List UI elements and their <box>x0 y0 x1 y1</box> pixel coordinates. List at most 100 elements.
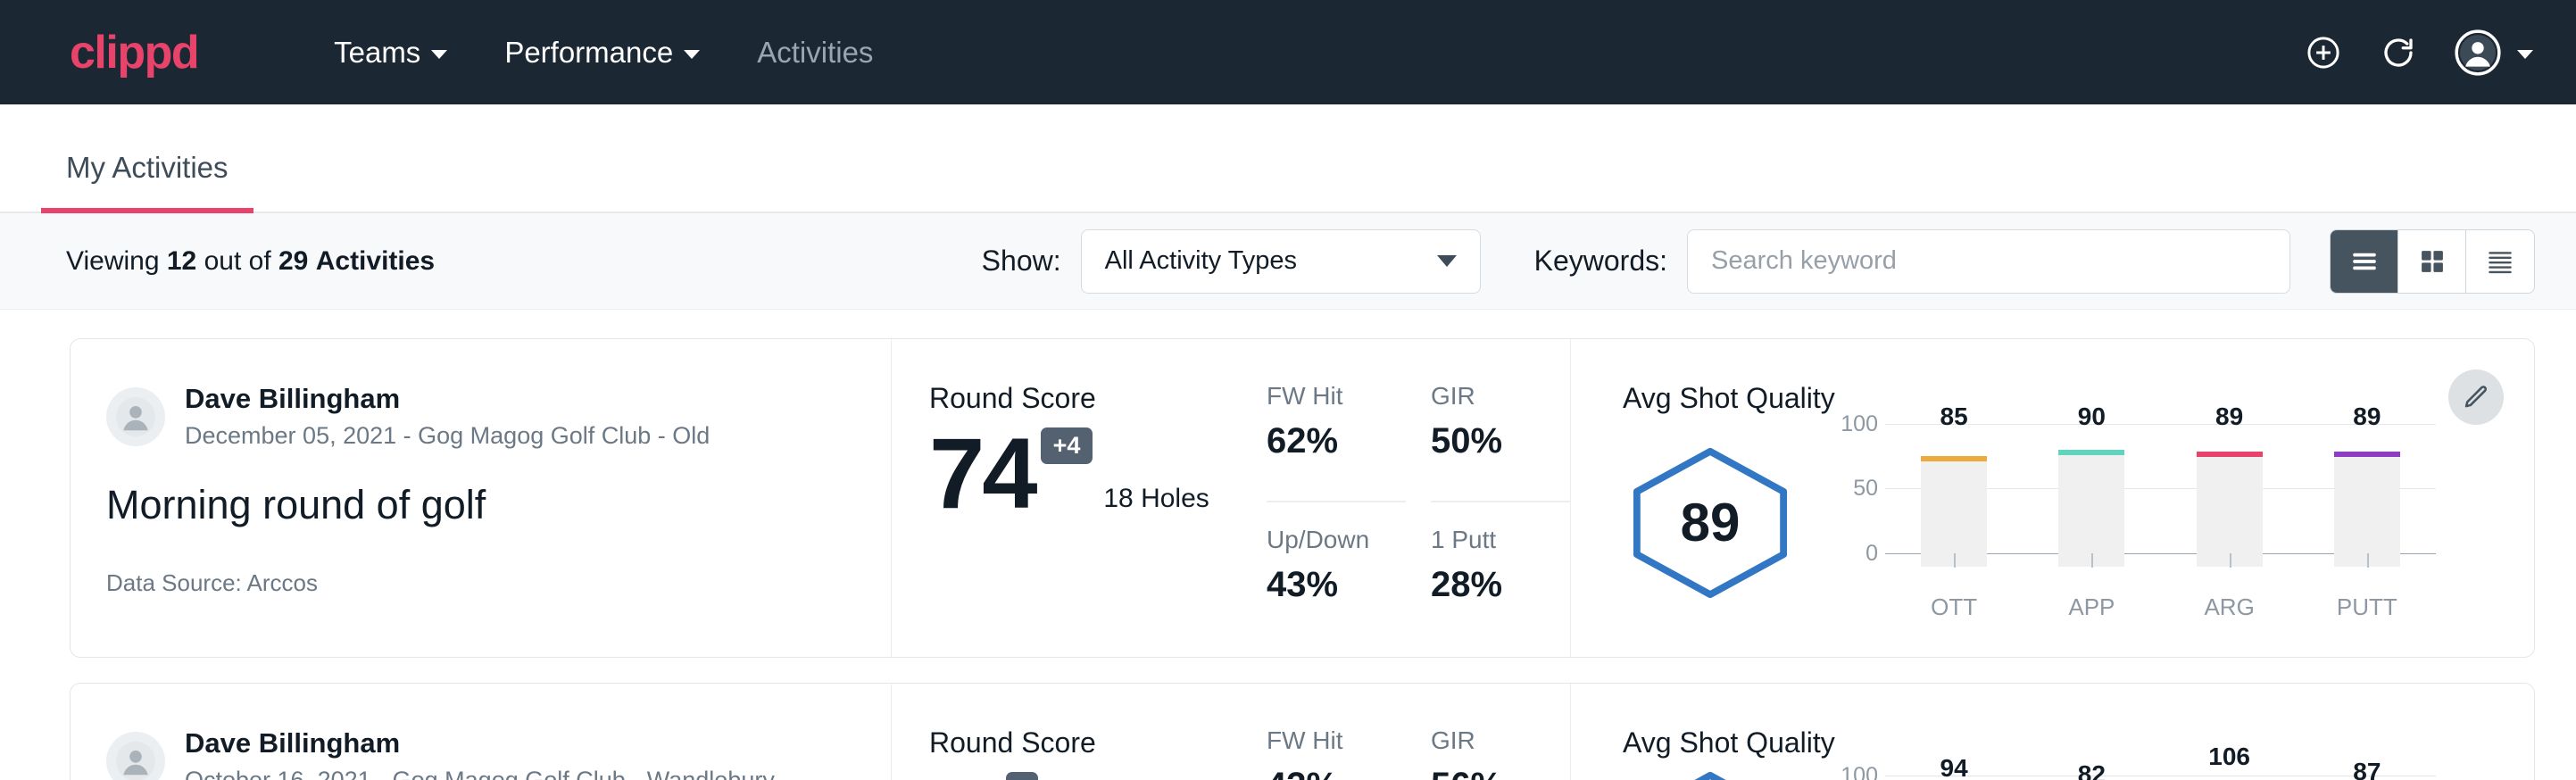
chart-x-labels: OTT APP ARG PUTT <box>1885 593 2436 621</box>
bar-cap-ott <box>1921 456 1987 461</box>
compact-view-button[interactable] <box>2466 230 2534 293</box>
x-tick-putt <box>2367 553 2369 568</box>
stat-fw-hit-label: FW Hit <box>1267 726 1379 755</box>
stat-gir: GIR 50% <box>1431 382 1570 502</box>
shot-quality-hexagon <box>1623 768 1798 780</box>
stat-gir-label: GIR <box>1431 382 1543 411</box>
x-label-ott: OTT <box>1885 593 2023 621</box>
avg-shot-quality-body: 89 100 50 0 <box>1623 424 2436 621</box>
stat-gir-value: 50% <box>1431 421 1543 461</box>
activity-type-value: All Activity Types <box>1105 246 1437 276</box>
bar-column-app: 82 <box>2023 776 2160 780</box>
chart-bars: 85 90 <box>1885 424 2436 567</box>
shot-quality-chart: 100 94 82 <box>1835 776 2436 780</box>
bar-value-arg: 106 <box>2208 743 2250 771</box>
user-menu[interactable] <box>2455 29 2533 76</box>
list-view-button[interactable] <box>2331 230 2398 293</box>
round-score-value-row <box>929 772 1267 780</box>
bar-column-arg: 89 <box>2161 424 2298 567</box>
avg-shot-quality-body: 100 94 82 <box>1623 768 2436 780</box>
grid-view-button[interactable] <box>2398 230 2466 293</box>
activity-card[interactable]: Dave Billingham October 16, 2021 - Gog M… <box>70 683 2535 780</box>
bar-putt <box>2334 452 2400 567</box>
bar-value-ott: 94 <box>1940 754 1968 780</box>
nav-item-performance[interactable]: Performance <box>476 36 728 70</box>
bar-value-arg: 89 <box>2215 402 2243 431</box>
shot-quality-value: 89 <box>1623 444 1798 602</box>
x-tick-ott <box>1954 553 1956 568</box>
avg-shot-quality-label: Avg Shot Quality <box>1623 382 2436 415</box>
stat-one-putt-label: 1 Putt <box>1431 526 1570 554</box>
clippd-logo[interactable]: clippd <box>70 29 198 76</box>
activity-summary: Dave Billingham October 16, 2021 - Gog M… <box>71 684 892 780</box>
tab-bar: My Activities <box>0 104 2576 213</box>
activity-list: Dave Billingham December 05, 2021 - Gog … <box>0 310 2576 780</box>
stat-fw-hit: FW Hit 62% <box>1267 382 1406 502</box>
chevron-down-icon <box>684 50 700 59</box>
avatar <box>2455 29 2501 76</box>
filter-controls: Show: All Activity Types Keywords: <box>982 229 2535 294</box>
bar-value-putt: 89 <box>2353 402 2381 431</box>
avg-shot-quality-block: Avg Shot Quality 100 <box>1570 684 2534 780</box>
bar-arg <box>2197 452 2263 567</box>
round-score-value-row: 74 +4 18 Holes <box>929 427 1267 519</box>
bar-value-app: 82 <box>2078 760 2106 780</box>
activity-user-name: Dave Billingham <box>185 726 775 761</box>
show-label: Show: <box>982 245 1061 278</box>
stat-fw-hit: FW Hit 43% <box>1267 726 1406 780</box>
edit-activity-button[interactable] <box>2448 369 2504 425</box>
y-tick-100: 100 <box>1841 763 1878 780</box>
bar-cap-putt <box>2334 452 2400 457</box>
viewing-summary: Viewing 12 out of 29 Activities <box>66 246 435 277</box>
chart-plot-area: 85 90 <box>1885 424 2436 567</box>
bar-value-app: 90 <box>2078 402 2106 431</box>
nav-item-activities-label: Activities <box>757 36 873 70</box>
keywords-label: Keywords: <box>1534 245 1667 278</box>
activity-type-select[interactable]: All Activity Types <box>1081 229 1481 294</box>
y-tick-50: 50 <box>1853 476 1878 502</box>
bar-cap-arg <box>2197 452 2263 457</box>
nav-item-performance-label: Performance <box>504 36 673 70</box>
chart-y-axis: 100 50 0 <box>1835 424 1885 567</box>
avg-shot-quality-block: Avg Shot Quality 89 100 50 0 <box>1570 339 2534 657</box>
stat-up-down: Up/Down 43% <box>1267 526 1406 621</box>
viewing-count: 12 <box>167 246 196 276</box>
nav-actions <box>2305 29 2533 76</box>
score-to-par-badge: +4 <box>1041 427 1093 464</box>
holes-count: 18 Holes <box>1103 484 1209 519</box>
round-score-block: Round Score 74 +4 18 Holes <box>892 339 1267 657</box>
bar-value-ott: 85 <box>1940 402 1968 431</box>
activity-user: Dave Billingham October 16, 2021 - Gog M… <box>106 726 855 780</box>
bar-cap-app <box>2058 450 2124 455</box>
chart-plot-area: 94 82 106 <box>1885 776 2436 780</box>
x-label-arg: ARG <box>2161 593 2298 621</box>
round-score-label: Round Score <box>929 726 1267 759</box>
primary-nav: Teams Performance Activities <box>305 36 902 70</box>
tab-my-activities[interactable]: My Activities <box>41 151 253 213</box>
nav-item-activities[interactable]: Activities <box>728 36 902 70</box>
stat-one-putt: 1 Putt 28% <box>1431 526 1570 621</box>
bar-value-putt: 87 <box>2353 758 2381 780</box>
stat-gir-label: GIR <box>1431 726 1543 755</box>
shot-quality-hexagon: 89 <box>1623 444 1798 602</box>
nav-item-teams[interactable]: Teams <box>305 36 476 70</box>
compact-list-icon <box>2485 246 2515 277</box>
round-score-block: Round Score <box>892 684 1267 780</box>
viewing-middle: out of <box>204 246 271 276</box>
refresh-icon[interactable] <box>2380 34 2417 71</box>
grid-icon <box>2417 246 2447 277</box>
score-to-par-badge <box>1006 772 1038 780</box>
round-score-value: 74 <box>929 427 1035 519</box>
stat-fw-hit-label: FW Hit <box>1267 382 1379 411</box>
avatar <box>106 387 165 446</box>
bar-column-putt: 89 <box>2298 424 2436 567</box>
x-tick-app <box>2091 553 2093 568</box>
search-input[interactable] <box>1687 229 2290 294</box>
plus-circle-icon[interactable] <box>2305 34 2342 71</box>
activity-meta: December 05, 2021 - Gog Magog Golf Club … <box>185 420 710 452</box>
stat-fw-hit-value: 43% <box>1267 766 1379 780</box>
bar-column-ott: 94 <box>1885 776 2023 780</box>
activity-card[interactable]: Dave Billingham December 05, 2021 - Gog … <box>70 338 2535 658</box>
pencil-icon <box>2462 383 2490 411</box>
filter-bar: Viewing 12 out of 29 Activities Show: Al… <box>0 213 2576 310</box>
